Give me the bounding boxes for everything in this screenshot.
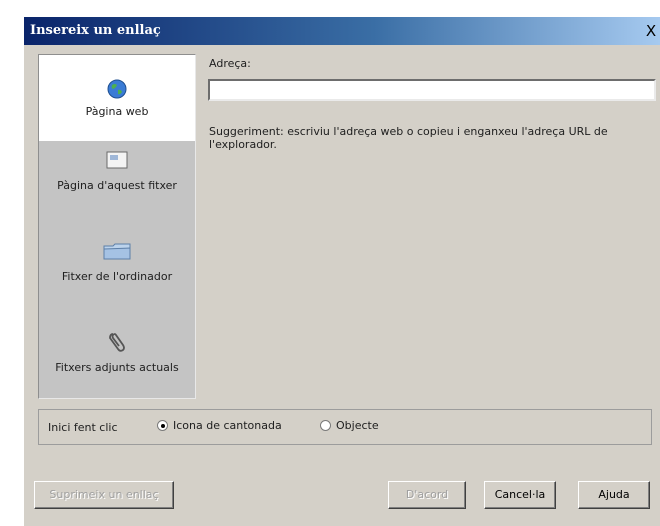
sidebar-item-label: Fitxers adjunts actuals: [55, 361, 179, 374]
paperclip-icon: [109, 333, 125, 352]
radio-label: Icona de cantonada: [173, 419, 282, 432]
globe-icon: [107, 79, 127, 99]
folder-icon: [103, 243, 131, 260]
cancel-button[interactable]: Cancel·la: [484, 481, 556, 509]
radio-label: Objecte: [336, 419, 379, 432]
sidebar-item-label: Fitxer de l'ordinador: [61, 270, 173, 283]
address-hint: Suggeriment: escriviu l'adreça web o cop…: [209, 125, 608, 151]
sidebar-item-web-page[interactable]: Pàgina web: [39, 55, 195, 141]
sidebar-item-attached-files[interactable]: Fitxers adjunts actuals: [39, 331, 195, 395]
click-start-label: Inici fent clic: [48, 421, 118, 434]
ok-button[interactable]: D'acord: [388, 481, 466, 509]
address-input[interactable]: [208, 79, 656, 101]
radio-button[interactable]: [157, 420, 168, 431]
sidebar-item-computer-file[interactable]: Fitxer de l'ordinador: [39, 242, 195, 306]
dialog-title: Insereix un enllaç: [30, 23, 161, 38]
help-button[interactable]: Ajuda: [578, 481, 650, 509]
radio-corner-icon[interactable]: Icona de cantonada: [157, 419, 282, 432]
sidebar-item-label: Pàgina web: [85, 105, 149, 118]
insert-link-dialog: Insereix un enllaç X Pàgina web Pàgina d…: [24, 17, 660, 526]
dialog-titlebar[interactable]: Insereix un enllaç X: [24, 17, 660, 45]
radio-button[interactable]: [320, 420, 331, 431]
page-icon: [106, 151, 128, 169]
link-type-sidebar: Pàgina web Pàgina d'aquest fitxer Fitxer…: [38, 54, 196, 399]
radio-object[interactable]: Objecte: [320, 419, 379, 432]
address-label: Adreça:: [209, 57, 251, 70]
sidebar-item-label: Pàgina d'aquest fitxer: [57, 179, 177, 192]
sidebar-item-this-file-page[interactable]: Pàgina d'aquest fitxer: [39, 151, 195, 215]
click-start-group: Inici fent clic Icona de cantonada Objec…: [38, 409, 652, 445]
remove-link-button[interactable]: Suprimeix un enllaç: [34, 481, 174, 509]
screenshot-stage: Insereix un enllaç X Pàgina web Pàgina d…: [0, 0, 660, 526]
close-button[interactable]: X: [642, 23, 660, 40]
